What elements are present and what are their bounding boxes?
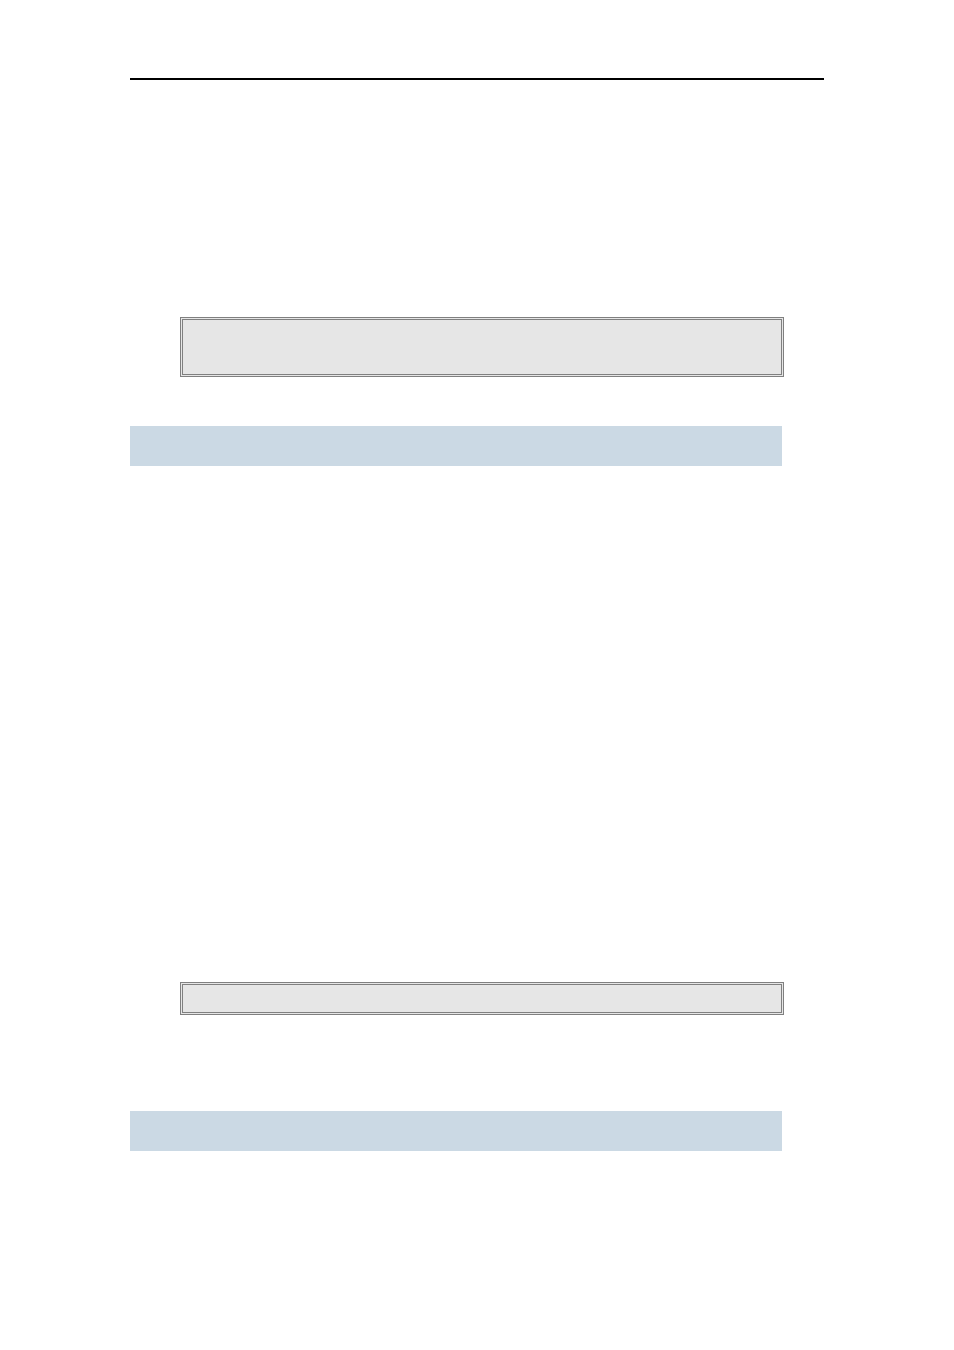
spacer xyxy=(130,466,824,982)
code-block-1 xyxy=(180,317,784,377)
section-bar-2 xyxy=(130,1111,782,1151)
code-block-2 xyxy=(180,982,784,1015)
spacer xyxy=(130,1015,824,1111)
document-page xyxy=(0,0,954,1151)
page-content xyxy=(0,80,954,1151)
spacer xyxy=(130,377,824,426)
section-bar-1 xyxy=(130,426,782,466)
spacer xyxy=(130,80,824,317)
